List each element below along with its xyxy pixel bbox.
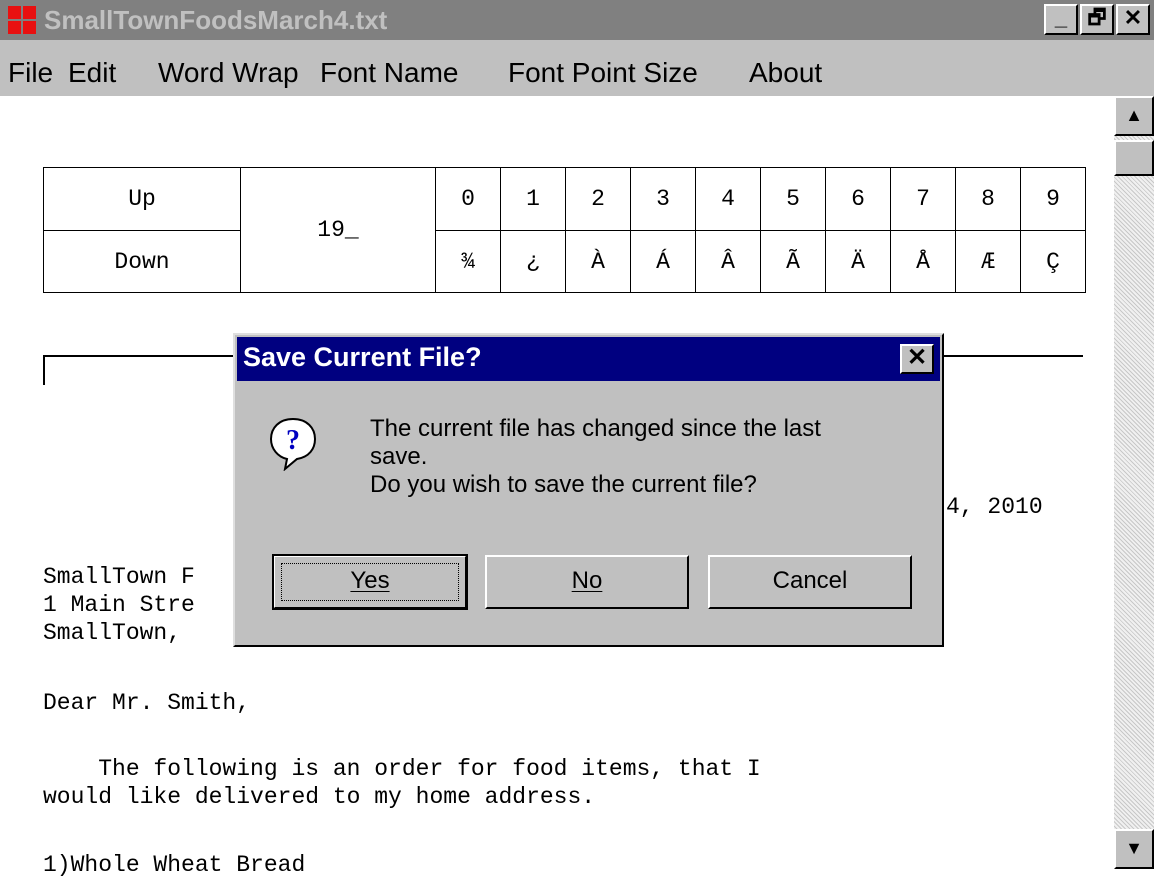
restore-button[interactable]: 🗗 xyxy=(1080,4,1114,35)
dialog-title: Save Current File? xyxy=(243,342,482,372)
char-cell: Â xyxy=(695,230,761,293)
no-button[interactable]: No xyxy=(485,555,689,609)
cancel-button[interactable]: Cancel xyxy=(708,555,912,609)
digit-cell: 6 xyxy=(825,167,891,231)
divider-tick xyxy=(43,355,45,385)
scroll-down-button[interactable]: ▼ xyxy=(1114,829,1154,869)
window-title: SmallTownFoodsMarch4.txt xyxy=(44,5,388,35)
char-cell: ¿ xyxy=(500,230,566,293)
app-icon[interactable] xyxy=(8,6,36,34)
svg-text:?: ? xyxy=(286,425,300,456)
code-cell: 19_ xyxy=(240,167,436,293)
digit-cell: 7 xyxy=(890,167,956,231)
dialog-message: The current file has changed since the l… xyxy=(370,415,920,499)
yes-button[interactable]: Yes xyxy=(272,554,468,610)
scroll-thumb[interactable] xyxy=(1114,140,1154,176)
body-line-2: would like delivered to my home address. xyxy=(43,784,596,810)
menu-file[interactable]: File xyxy=(8,57,53,89)
char-cell: Ä xyxy=(825,230,891,293)
menu-font-name[interactable]: Font Name xyxy=(320,57,459,89)
char-cell: Æ xyxy=(955,230,1021,293)
date-text: 4, 2010 xyxy=(946,494,1043,520)
question-icon: ? xyxy=(269,417,317,471)
down-label: Down xyxy=(43,230,241,293)
address-line-3: SmallTown, xyxy=(43,620,182,646)
address-line-1: SmallTown F xyxy=(43,564,195,590)
body-line-1: The following is an order for food items… xyxy=(43,756,761,782)
no-label: No xyxy=(571,567,603,594)
char-cell: Á xyxy=(630,230,696,293)
digit-cell: 4 xyxy=(695,167,761,231)
digit-cell: 1 xyxy=(500,167,566,231)
message-line: save. xyxy=(370,443,428,470)
digit-cell: 0 xyxy=(435,167,501,231)
menu-word-wrap[interactable]: Word Wrap xyxy=(158,57,299,89)
message-line: The current file has changed since the l… xyxy=(370,415,821,442)
order-item-1: 1)Whole Wheat Bread xyxy=(43,852,306,878)
menu-edit[interactable]: Edit xyxy=(68,57,116,89)
digit-cell: 2 xyxy=(565,167,631,231)
title-bar[interactable]: SmallTownFoodsMarch4.txt _ 🗗 ✕ xyxy=(0,0,1154,40)
address-line-2: 1 Main Stre xyxy=(43,592,195,618)
menu-font-point-size[interactable]: Font Point Size xyxy=(508,57,698,89)
digit-cell: 9 xyxy=(1020,167,1086,231)
message-line: Do you wish to save the current file? xyxy=(370,471,757,498)
digit-cell: 5 xyxy=(760,167,826,231)
char-cell: À xyxy=(565,230,631,293)
save-dialog: Save Current File? ✕ ? The current file … xyxy=(233,333,944,647)
down-arrow-icon: ▼ xyxy=(1125,838,1143,858)
dialog-close-button[interactable]: ✕ xyxy=(900,344,934,374)
vertical-scrollbar[interactable]: ▲ ▼ xyxy=(1114,96,1154,869)
minimize-button[interactable]: _ xyxy=(1044,4,1078,35)
dialog-title-bar[interactable]: Save Current File? ✕ xyxy=(237,337,940,381)
menu-bar: File Edit Word Wrap Font Name Font Point… xyxy=(0,40,1154,96)
character-table: Up 19_ 0 1 2 3 4 5 6 7 8 9 Down ¾ ¿ À Á … xyxy=(43,167,1086,293)
focus-rect xyxy=(281,563,459,601)
close-button[interactable]: ✕ xyxy=(1116,4,1150,35)
salutation: Dear Mr. Smith, xyxy=(43,690,251,716)
menu-about[interactable]: About xyxy=(749,57,822,89)
digit-cell: 3 xyxy=(630,167,696,231)
digit-cell: 8 xyxy=(955,167,1021,231)
up-arrow-icon: ▲ xyxy=(1125,105,1143,125)
char-cell: Ã xyxy=(760,230,826,293)
close-icon: ✕ xyxy=(906,344,928,371)
up-label: Up xyxy=(43,167,241,231)
cancel-label: Cancel xyxy=(772,567,848,594)
scroll-up-button[interactable]: ▲ xyxy=(1114,96,1154,136)
char-cell: ¾ xyxy=(435,230,501,293)
char-cell: Ç xyxy=(1020,230,1086,293)
char-cell: Å xyxy=(890,230,956,293)
